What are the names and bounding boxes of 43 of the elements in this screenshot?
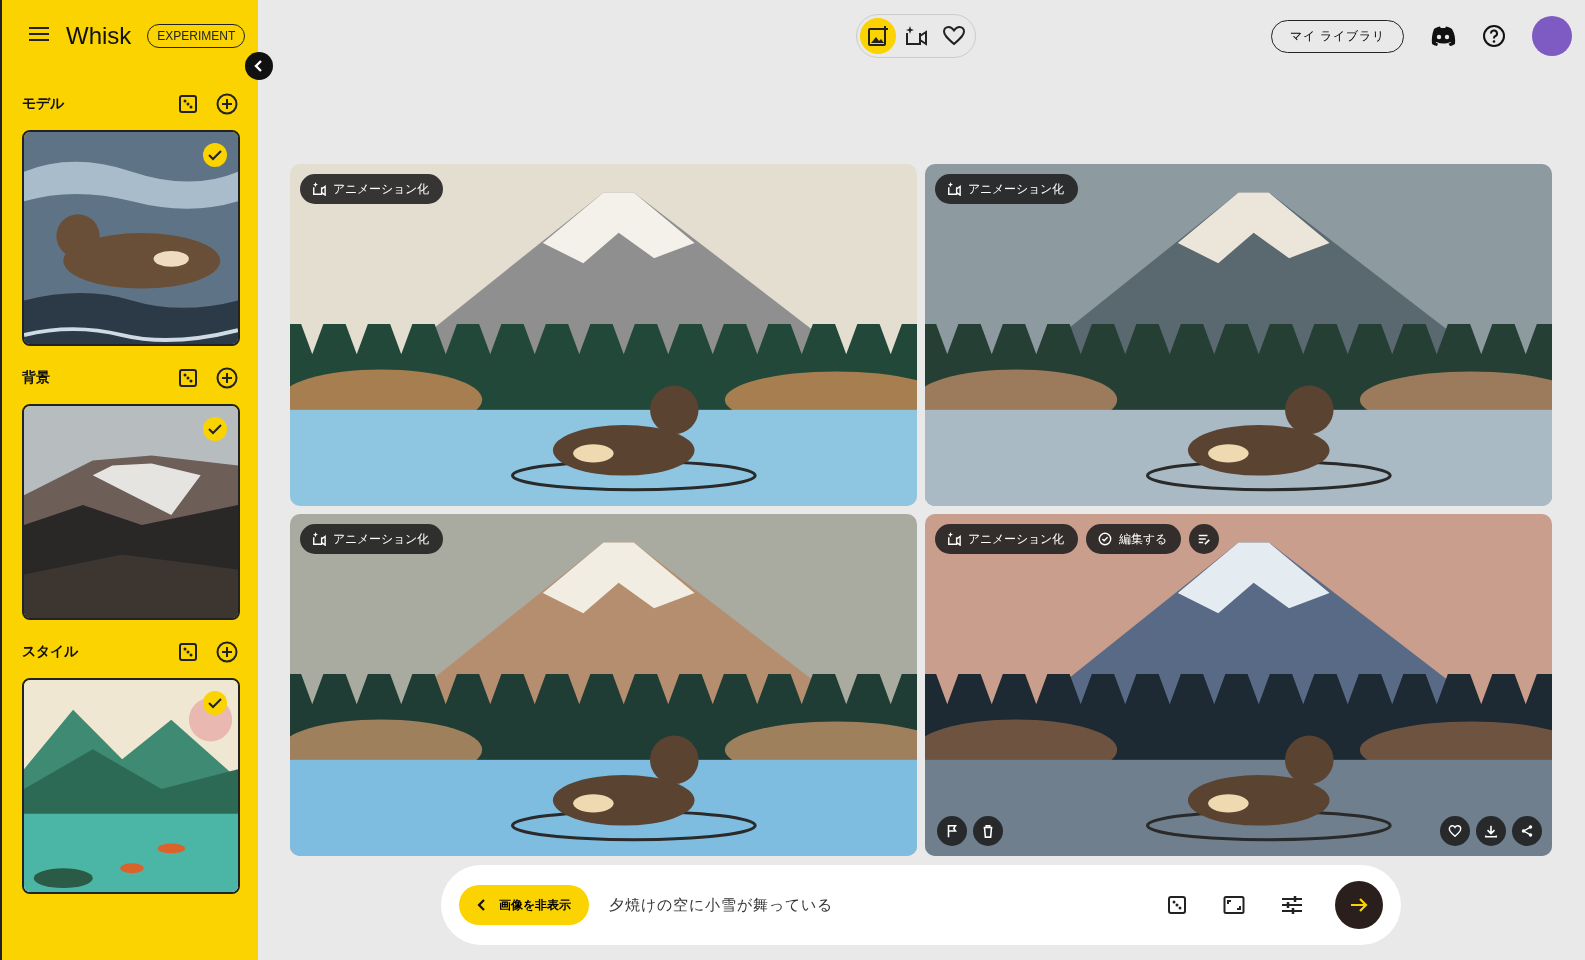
animate-button[interactable]: アニメーション化 [935,174,1078,204]
discord-icon[interactable] [1430,26,1456,46]
prompt-input[interactable]: 夕焼けの空に小雪が舞っている [608,895,1147,915]
flag-icon [945,824,959,838]
settings-icon[interactable] [1280,895,1303,915]
delete-icon [981,824,995,838]
dice-icon[interactable] [178,642,198,662]
image-icon [867,25,889,47]
aspect-ratio-icon[interactable] [1222,895,1245,915]
video-sparkle-icon [312,532,326,546]
video-sparkle-icon [947,532,961,546]
help-icon[interactable] [1482,24,1506,48]
video-sparkle-icon [312,182,326,196]
submit-button[interactable] [1334,881,1383,929]
user-avatar[interactable] [1532,16,1572,56]
animate-button[interactable]: アニメーション化 [300,524,443,554]
image-mode-tab[interactable] [860,18,896,54]
app-logo: Whisk [66,22,132,50]
download-icon [1484,824,1498,838]
dice-icon[interactable] [1166,895,1187,915]
animate-button[interactable]: アニメーション化 [935,524,1078,554]
favorite-icon [943,26,965,46]
hide-images-button[interactable]: 画像を非表示 [458,885,589,925]
add-icon[interactable] [216,93,238,115]
share-icon [1520,824,1534,838]
section-title: モデル [22,95,65,113]
video-sparkle-icon [947,182,961,196]
add-icon[interactable] [216,367,238,389]
section-title: スタイル [22,643,79,661]
animate-button[interactable]: アニメーション化 [300,174,443,204]
dice-icon[interactable] [178,368,198,388]
lines-pen-icon [1197,532,1211,546]
section-title: 背景 [22,369,51,387]
dice-icon[interactable] [178,94,198,114]
video-icon [904,25,928,47]
favorite-icon [1448,824,1462,838]
chevron-left-icon [476,899,487,911]
chevron-left-icon [254,60,264,72]
check-circle-icon [1098,532,1112,546]
collapse-button[interactable] [245,52,273,80]
menu-icon[interactable] [28,26,50,42]
add-icon[interactable] [216,641,238,663]
edit-button[interactable]: 編集する [1086,524,1181,554]
